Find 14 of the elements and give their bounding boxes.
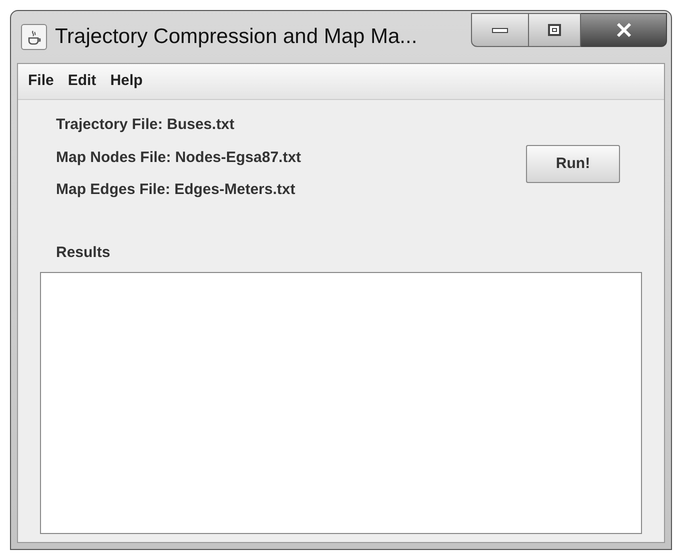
results-label: Results (56, 242, 112, 262)
window-title: Trajectory Compression and Map Ma... (55, 24, 418, 50)
close-icon (614, 22, 632, 38)
file-label: Trajectory File: Buses.txt (56, 115, 236, 135)
file-label: Map Nodes File: Nodes-Egsa87.txt (56, 148, 302, 168)
app-icon (21, 24, 47, 50)
maximize-button[interactable] (529, 13, 581, 47)
menu-item[interactable]: Help (110, 70, 143, 93)
menu-item[interactable]: File (28, 70, 54, 93)
close-button[interactable] (581, 13, 667, 47)
file-label: Map Edges File: Edges-Meters.txt (56, 180, 296, 200)
menu-item[interactable]: Edit (68, 70, 96, 93)
minimize-button[interactable] (471, 13, 529, 47)
run-button[interactable]: Run! (526, 144, 620, 183)
